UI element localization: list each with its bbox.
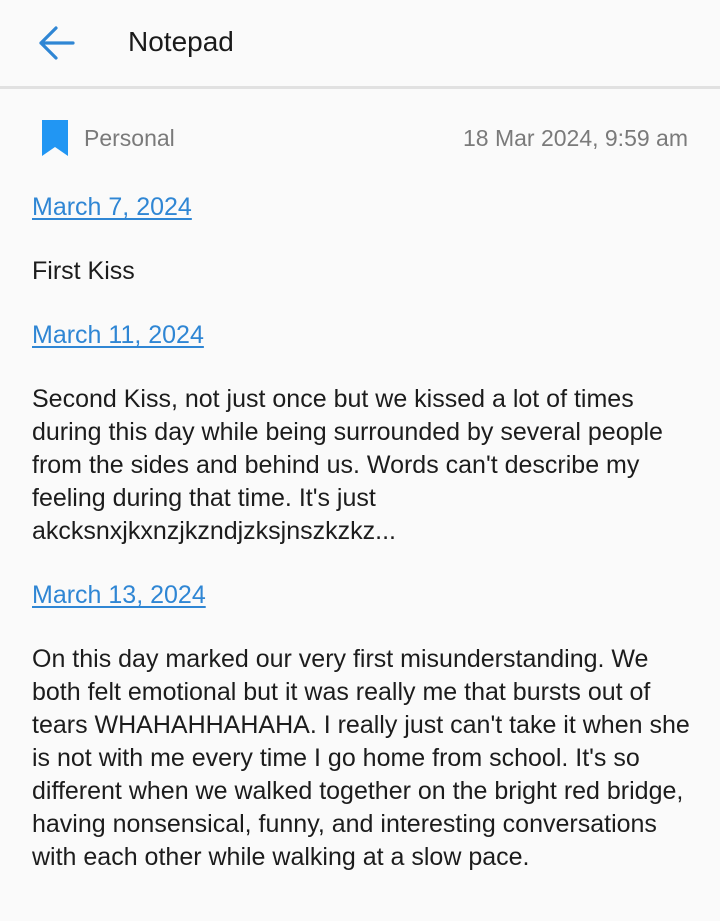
bookmark-icon[interactable] (40, 119, 70, 157)
entry-date-link[interactable]: March 13, 2024 (32, 578, 206, 612)
arrow-left-icon (39, 26, 75, 60)
page-title: Notepad (128, 26, 234, 57)
note-body[interactable]: March 7, 2024 First Kiss March 11, 2024 … (32, 186, 692, 874)
entry-date-link[interactable]: March 11, 2024 (32, 318, 204, 352)
notepad-screen: Notepad Personal 18 Mar 2024, 9:59 am Ma… (0, 0, 720, 921)
category-label[interactable]: Personal (84, 124, 175, 152)
note-meta-row: Personal 18 Mar 2024, 9:59 am (0, 110, 720, 162)
entry-text: First Kiss (32, 257, 135, 285)
note-timestamp: 18 Mar 2024, 9:59 am (462, 125, 688, 151)
header-divider (0, 86, 720, 89)
back-button[interactable] (28, 18, 84, 68)
entry-text: Second Kiss, not just once but we kissed… (32, 385, 663, 545)
app-header: Notepad (0, 0, 720, 86)
entry-date-link[interactable]: March 7, 2024 (32, 190, 192, 224)
entry-text: On this day marked our very first misund… (32, 645, 690, 871)
